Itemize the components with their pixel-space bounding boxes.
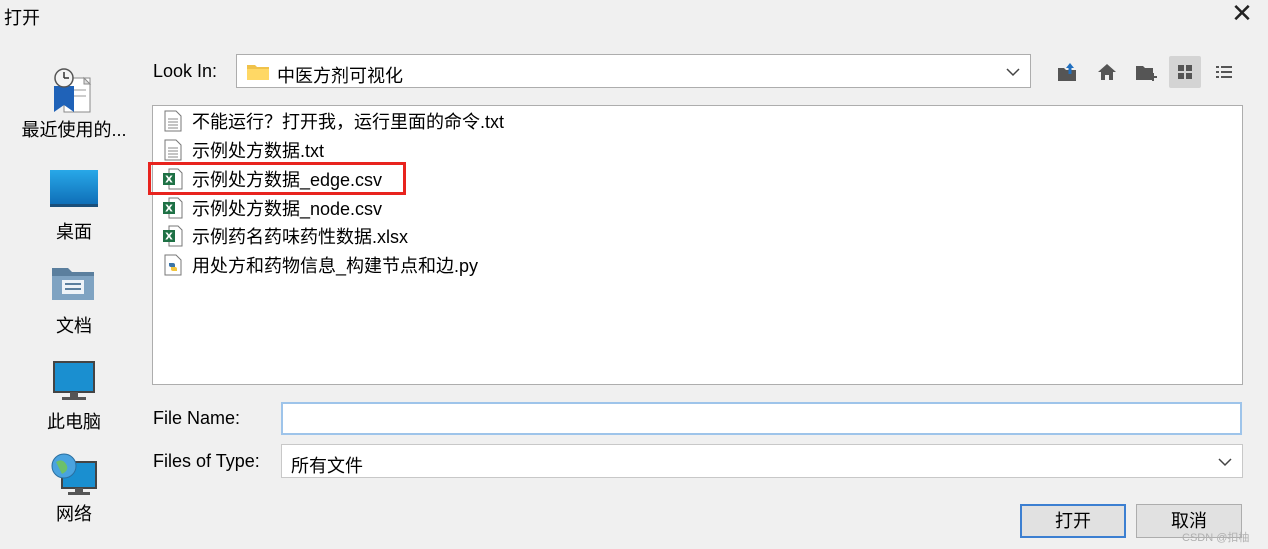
svg-text:X: X [165, 204, 173, 215]
place-recent[interactable]: 最近使用的... [18, 68, 130, 142]
file-name-input[interactable] [281, 402, 1242, 435]
file-name-label: File Name: [153, 408, 241, 428]
window-title: 打开 [4, 8, 40, 28]
file-type-value: 所有文件 [291, 456, 363, 476]
list-item[interactable]: 不能运行？打开我，运行里面的命令.txt [163, 107, 504, 135]
home-button[interactable] [1091, 56, 1123, 88]
watermark: CSDN @扣柚 [1182, 532, 1250, 544]
place-this-pc[interactable]: 此电脑 [18, 360, 130, 434]
details-view-button[interactable] [1208, 56, 1240, 88]
look-in-label: Look In: [153, 61, 218, 81]
place-label: 文档 [56, 316, 92, 336]
new-folder-icon [1136, 66, 1157, 81]
excel-file-icon: X [163, 197, 183, 219]
file-name: 示例处方数据_edge.csv [192, 170, 383, 190]
python-file-icon [163, 254, 183, 276]
place-label: 最近使用的... [21, 120, 127, 140]
list-view-button[interactable] [1169, 56, 1201, 88]
place-network[interactable]: 网络 [18, 452, 130, 526]
up-folder-icon [1058, 63, 1076, 81]
new-folder-button[interactable] [1130, 56, 1162, 88]
excel-file-icon: X [163, 168, 183, 190]
look-in-dropdown[interactable]: 中医方剂可视化 [236, 54, 1031, 88]
recent-items-icon [48, 68, 100, 113]
list-item[interactable]: 示例处方数据.txt [163, 136, 324, 164]
file-name: 不能运行？打开我，运行里面的命令.txt [192, 112, 505, 132]
up-folder-button[interactable] [1051, 56, 1083, 88]
close-icon[interactable]: ✕ [1228, 0, 1256, 28]
list-view-icon [1178, 65, 1192, 79]
place-label: 网络 [56, 504, 92, 524]
file-list[interactable]: 不能运行？打开我，运行里面的命令.txt 示例处方数据.txt X 示例处方数据… [152, 105, 1243, 385]
place-label: 此电脑 [47, 412, 101, 432]
svg-text:X: X [165, 232, 173, 243]
this-pc-icon [48, 360, 100, 404]
network-icon [48, 452, 100, 496]
text-file-icon [163, 110, 183, 132]
place-documents[interactable]: 文档 [18, 264, 130, 338]
list-item[interactable]: X 示例处方数据_edge.csv [163, 165, 382, 193]
list-item[interactable]: X 示例药名药味药性数据.xlsx [163, 222, 408, 250]
file-type-dropdown[interactable]: 所有文件 [281, 444, 1243, 478]
svg-text:X: X [165, 175, 173, 186]
excel-file-icon: X [163, 225, 183, 247]
file-name: 用处方和药物信息_构建节点和边.py [192, 256, 479, 276]
text-file-icon [163, 139, 183, 161]
place-desktop[interactable]: 桌面 [18, 170, 130, 244]
open-button[interactable]: 打开 [1020, 504, 1126, 538]
details-view-icon [1216, 66, 1232, 78]
chevron-down-icon [1218, 458, 1232, 467]
file-name: 示例药名药味药性数据.xlsx [192, 227, 408, 247]
file-type-label: Files of Type: [153, 451, 260, 471]
list-item[interactable]: 用处方和药物信息_构建节点和边.py [163, 251, 478, 279]
desktop-icon [48, 170, 100, 214]
file-name: 示例处方数据_node.csv [192, 199, 383, 219]
chevron-down-icon [1006, 68, 1020, 77]
list-item[interactable]: X 示例处方数据_node.csv [163, 194, 382, 222]
file-name: 示例处方数据.txt [192, 141, 325, 161]
documents-icon [48, 264, 100, 308]
place-label: 桌面 [56, 222, 92, 242]
look-in-value: 中医方剂可视化 [277, 66, 403, 86]
home-icon [1098, 64, 1116, 80]
folder-icon [247, 65, 269, 80]
